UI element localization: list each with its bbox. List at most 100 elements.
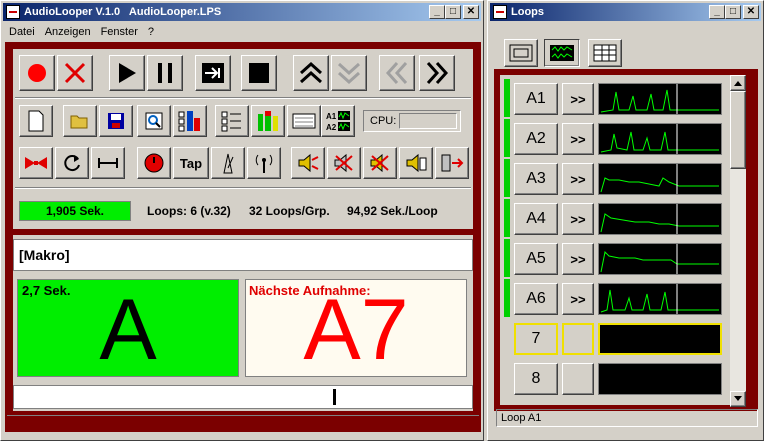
position-bar[interactable] <box>13 385 473 409</box>
checklist-button[interactable] <box>215 105 249 137</box>
open-file-button[interactable] <box>63 105 97 137</box>
loop-button[interactable] <box>55 147 89 179</box>
loop-active-indicator <box>504 159 510 197</box>
loop-waveform[interactable] <box>598 323 722 355</box>
main-titlebar[interactable]: AudioLooper V.1.0 AudioLooper.LPS _ □ ✕ <box>3 3 481 21</box>
loop-forward-button[interactable]: >> <box>562 203 594 235</box>
loop-forward-button[interactable]: >> <box>562 243 594 275</box>
close-button[interactable]: ✕ <box>463 5 479 19</box>
loop-row[interactable]: A3 >> <box>500 159 730 197</box>
speaker-mute-button[interactable] <box>327 147 361 179</box>
scroll-up-button[interactable] <box>730 75 746 91</box>
speaker-volume-button[interactable] <box>399 147 433 179</box>
checklist-icon <box>221 111 241 132</box>
level-meter-button[interactable] <box>251 105 285 137</box>
loop-waveform[interactable] <box>598 123 722 155</box>
loops-scrollbar[interactable] <box>730 75 746 407</box>
loops-titlebar[interactable]: Loops _ □ ✕ <box>490 3 761 21</box>
loop-waveform[interactable] <box>598 283 722 315</box>
loops-status-bar: Loop A1 <box>496 409 758 427</box>
loop-row[interactable]: 7 <box>500 319 730 357</box>
preview-button[interactable] <box>137 105 171 137</box>
menubar: Datei Anzeigen Fenster ? <box>3 23 481 41</box>
loop-row[interactable]: A6 >> <box>500 279 730 317</box>
speaker-crossed-button[interactable] <box>363 147 397 179</box>
loop-name-button[interactable]: 7 <box>514 323 558 355</box>
stop-button[interactable] <box>241 55 277 91</box>
view-single-button[interactable] <box>504 39 538 67</box>
speaker-out-button[interactable] <box>291 147 325 179</box>
tap-button[interactable]: Tap <box>173 147 209 179</box>
menu-fenster[interactable]: Fenster <box>101 26 138 38</box>
loop-name-button[interactable]: A2 <box>514 123 558 155</box>
loop-row[interactable]: A4 >> <box>500 199 730 237</box>
loops-minimize-button[interactable]: _ <box>709 5 725 19</box>
back-button[interactable] <box>379 55 415 91</box>
forward-button[interactable] <box>419 55 455 91</box>
loop-name-button[interactable]: A6 <box>514 283 558 315</box>
loop-row[interactable]: A1 >> <box>500 79 730 117</box>
loops-maximize-button[interactable]: □ <box>725 5 741 19</box>
macro-field[interactable]: [Makro] <box>13 239 473 271</box>
metronome-dot-button[interactable] <box>137 147 171 179</box>
loop-forward-button[interactable] <box>562 323 594 355</box>
loop-forward-button[interactable] <box>562 363 594 395</box>
next-to-end-button[interactable] <box>195 55 231 91</box>
scroll-thumb[interactable] <box>730 91 746 169</box>
loop-name-button[interactable]: 8 <box>514 363 558 395</box>
loop-row[interactable]: A5 >> <box>500 239 730 277</box>
loop-name-button[interactable]: A5 <box>514 243 558 275</box>
view-wave-button[interactable] <box>544 39 580 67</box>
waveform-graphic <box>600 204 719 234</box>
pause-icon <box>158 63 172 83</box>
pause-button[interactable] <box>147 55 183 91</box>
metronome-button[interactable] <box>211 147 245 179</box>
checklist-color-button[interactable] <box>173 105 207 137</box>
range-button[interactable] <box>91 147 125 179</box>
loop-waveform[interactable] <box>598 163 722 195</box>
delete-button[interactable] <box>57 55 93 91</box>
loop-active-indicator <box>504 119 510 157</box>
loop-waveform[interactable] <box>598 203 722 235</box>
loops-window: Loops _ □ ✕ A1 >> A2 >> A3 >> A4 >> A5 >> A6 >> 7 8 L… <box>487 0 764 441</box>
antenna-button[interactable] <box>247 147 281 179</box>
loop-waveform[interactable] <box>598 83 722 115</box>
loop-forward-button[interactable]: >> <box>562 83 594 115</box>
double-chevron-right-icon <box>426 61 449 85</box>
loop-active-indicator <box>504 199 510 237</box>
minimize-button[interactable]: _ <box>429 5 445 19</box>
loop-forward-button[interactable]: >> <box>562 163 594 195</box>
bowtie-button[interactable] <box>19 147 53 179</box>
play-button[interactable] <box>109 55 145 91</box>
speaker-export-button[interactable] <box>435 147 469 179</box>
loop-name-button[interactable]: A1 <box>514 83 558 115</box>
record-button[interactable] <box>19 55 55 91</box>
level-meter-icon <box>258 111 278 131</box>
menu-datei[interactable]: Datei <box>9 26 35 38</box>
display-panel: [Makro] 2,7 Sek. A Nächste Aufnahme: A7 <box>13 235 473 411</box>
cpu-bar <box>399 113 458 129</box>
loop-name-button[interactable]: A3 <box>514 163 558 195</box>
loop-name-button[interactable]: A4 <box>514 203 558 235</box>
keyboard-button[interactable] <box>287 105 321 137</box>
up-button[interactable] <box>293 55 329 91</box>
scroll-down-button[interactable] <box>730 391 746 407</box>
loop-forward-button[interactable]: >> <box>562 123 594 155</box>
save-file-button[interactable] <box>99 105 133 137</box>
loop-forward-button[interactable]: >> <box>562 283 594 315</box>
loop-waveform[interactable] <box>598 243 722 275</box>
down-button[interactable] <box>331 55 367 91</box>
a1a2-wave-button[interactable]: A1 A2 <box>321 105 355 137</box>
new-file-button[interactable] <box>19 105 53 137</box>
maximize-button[interactable]: □ <box>445 5 461 19</box>
view-grid-button[interactable] <box>588 39 622 67</box>
menu-help[interactable]: ? <box>148 26 154 38</box>
menu-anzeigen[interactable]: Anzeigen <box>45 26 91 38</box>
loops-close-button[interactable]: ✕ <box>743 5 759 19</box>
position-marker <box>333 389 336 405</box>
loop-row[interactable]: 8 <box>500 359 730 397</box>
loop-row[interactable]: A2 >> <box>500 119 730 157</box>
cross-icon <box>64 62 86 84</box>
time-display: 1,905 Sek. <box>19 201 131 221</box>
loop-waveform[interactable] <box>598 363 722 395</box>
